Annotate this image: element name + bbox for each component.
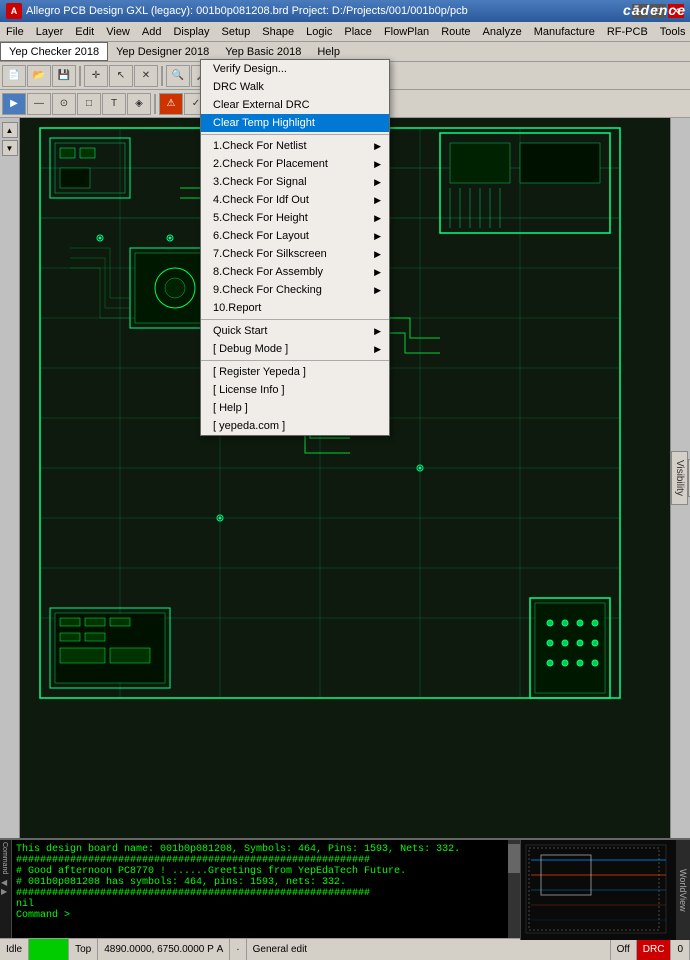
dd-sep-1 — [201, 134, 389, 135]
coord-values: 4890.0000, 6750.0000 — [104, 944, 204, 955]
menu-route[interactable]: Route — [435, 22, 476, 41]
status-layer: Top — [69, 939, 98, 960]
tb2-place[interactable]: ▶ — [2, 93, 26, 115]
tb-zoom-in[interactable]: 🔍 — [166, 65, 190, 87]
menu-file[interactable]: File — [0, 22, 30, 41]
console-left-panel: Command ◀▶ — [0, 840, 12, 938]
status-num: 0 — [671, 939, 690, 960]
scrollbar-thumb[interactable] — [508, 844, 520, 873]
console-scrollbar[interactable] — [508, 840, 520, 938]
right-panel: Visibility Find Options — [670, 118, 690, 838]
app-icon: A — [6, 3, 22, 19]
console-line-5: ########################################… — [16, 888, 504, 899]
tb2-sep-1 — [154, 94, 156, 114]
dd-check-checking[interactable]: 9.Check For Checking▶ — [201, 281, 389, 299]
dd-register-yepeda[interactable]: [ Register Yepeda ] — [201, 363, 389, 381]
console-line-4: # 001b0p081208 has symbols: 464, pins: 1… — [16, 877, 504, 888]
dd-debug-mode[interactable]: [ Debug Mode ]▶ — [201, 340, 389, 358]
dd-report[interactable]: 10.Report — [201, 299, 389, 317]
left-btn-2[interactable]: ▼ — [2, 140, 18, 156]
status-idle: Idle — [0, 939, 29, 960]
status-dot: · — [230, 939, 246, 960]
tb2-pin[interactable]: ◈ — [127, 93, 151, 115]
status-drc: DRC — [637, 939, 672, 960]
window-title: Allegro PCB Design GXL (legacy): 001b0p0… — [26, 5, 632, 17]
worldview-label: WorldView — [676, 840, 690, 940]
console-line-7: Command > — [16, 910, 504, 921]
console-line-1: This design board name: 001b0p081208, Sy… — [16, 844, 504, 855]
tb2-via[interactable]: ⊙ — [52, 93, 76, 115]
menu-logic[interactable]: Logic — [300, 22, 338, 41]
menu-rfpcb[interactable]: RF-PCB — [601, 22, 654, 41]
dd-clear-external-drc[interactable]: Clear External DRC — [201, 96, 389, 114]
tb2-drc[interactable]: ⚠ — [159, 93, 183, 115]
console-line-3: # Good afternoon PC8770 ! ......Greeting… — [16, 866, 504, 877]
menu-tools[interactable]: Tools — [654, 22, 690, 41]
dd-quick-start[interactable]: Quick Start▶ — [201, 322, 389, 340]
title-bar: A Allegro PCB Design GXL (legacy): 001b0… — [0, 0, 690, 22]
tb-sep-1 — [79, 66, 81, 86]
menu-shape[interactable]: Shape — [256, 22, 300, 41]
dd-check-signal[interactable]: 3.Check For Signal▶ — [201, 173, 389, 191]
worldview-panel: WorldView — [520, 840, 690, 940]
left-panel: ▲ ▼ — [0, 118, 20, 838]
console-output[interactable]: This design board name: 001b0p081208, Sy… — [12, 840, 508, 938]
dd-check-height[interactable]: 5.Check For Height▶ — [201, 209, 389, 227]
dd-check-layout[interactable]: 6.Check For Layout▶ — [201, 227, 389, 245]
menu-analyze[interactable]: Analyze — [477, 22, 528, 41]
dd-sep-2 — [201, 319, 389, 320]
menu-view[interactable]: View — [100, 22, 136, 41]
tb2-shape[interactable]: □ — [77, 93, 101, 115]
console-line-2: ########################################… — [16, 855, 504, 866]
dd-drc-walk[interactable]: DRC Walk — [201, 78, 389, 96]
console-label-cmd: Command — [1, 842, 10, 874]
coord-suffix: P — [207, 944, 214, 955]
menu-display[interactable]: Display — [167, 22, 215, 41]
dd-check-assembly[interactable]: 8.Check For Assembly▶ — [201, 263, 389, 281]
menu-add[interactable]: Add — [136, 22, 168, 41]
status-green-indicator — [29, 939, 69, 960]
menu-manufacture[interactable]: Manufacture — [528, 22, 601, 41]
dropdown-menu: Verify Design... DRC Walk Clear External… — [200, 59, 390, 436]
menu-bar-1: File Layer Edit View Add Display Setup S… — [0, 22, 690, 42]
menu-yep-checker[interactable]: Yep Checker 2018 — [0, 42, 108, 61]
tb2-text[interactable]: T — [102, 93, 126, 115]
left-btn-1[interactable]: ▲ — [2, 122, 18, 138]
tb-save[interactable]: 💾 — [52, 65, 76, 87]
menu-layer[interactable]: Layer — [30, 22, 70, 41]
worldview-svg — [521, 840, 677, 940]
menu-setup[interactable]: Setup — [216, 22, 257, 41]
status-coords: 4890.0000, 6750.0000 P A — [98, 939, 230, 960]
coord-unit: A — [217, 944, 224, 955]
dd-check-placement[interactable]: 2.Check For Placement▶ — [201, 155, 389, 173]
right-tab-visibility[interactable]: Visibility — [671, 451, 688, 505]
dd-help[interactable]: [ Help ] — [201, 399, 389, 417]
dd-sep-3 — [201, 360, 389, 361]
menu-flowplan[interactable]: FlowPlan — [378, 22, 435, 41]
tb-open[interactable]: 📂 — [27, 65, 51, 87]
menu-place[interactable]: Place — [338, 22, 378, 41]
tb-move[interactable]: ✛ — [84, 65, 108, 87]
dd-clear-temp-highlight[interactable]: Clear Temp Highlight — [201, 114, 389, 132]
console-arrows: ◀▶ — [1, 878, 10, 896]
dd-check-silkscreen[interactable]: 7.Check For Silkscreen▶ — [201, 245, 389, 263]
dd-check-netlist[interactable]: 1.Check For Netlist▶ — [201, 137, 389, 155]
dd-license-info[interactable]: [ License Info ] — [201, 381, 389, 399]
status-edit-mode: General edit — [247, 939, 611, 960]
menu-edit[interactable]: Edit — [69, 22, 100, 41]
status-off: Off — [611, 939, 637, 960]
tb2-route[interactable]: — — [27, 93, 51, 115]
dd-verify-design[interactable]: Verify Design... — [201, 60, 389, 78]
status-bar: Idle Top 4890.0000, 6750.0000 P A · Gene… — [0, 938, 690, 960]
dd-check-idf-out[interactable]: 4.Check For Idf Out▶ — [201, 191, 389, 209]
tb-delete[interactable]: ✕ — [134, 65, 158, 87]
console-line-6: nil — [16, 899, 504, 910]
tb-sep-2 — [161, 66, 163, 86]
console-area: Command ◀▶ This design board name: 001b0… — [0, 838, 690, 938]
tb-cursor[interactable]: ↖ — [109, 65, 133, 87]
dd-yepeda-com[interactable]: [ yepeda.com ] — [201, 417, 389, 435]
cadence-logo: cādence — [623, 2, 686, 18]
tb-new[interactable]: 📄 — [2, 65, 26, 87]
